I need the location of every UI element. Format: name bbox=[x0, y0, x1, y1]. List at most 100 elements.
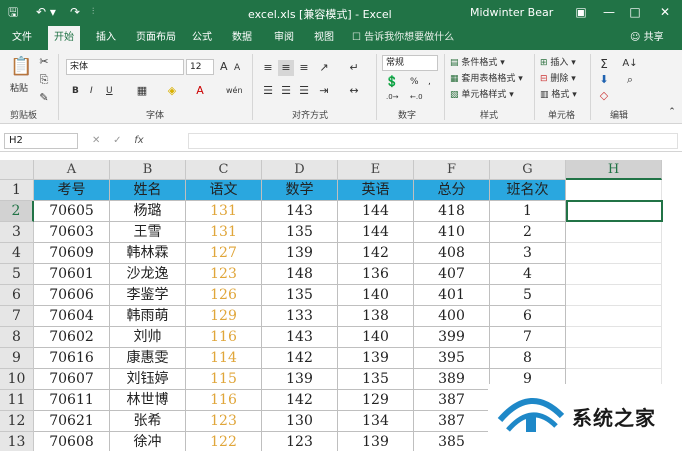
column-header-h[interactable]: H bbox=[566, 160, 662, 180]
cell-h3[interactable] bbox=[566, 222, 662, 243]
cell-g2[interactable]: 1 bbox=[490, 201, 566, 222]
select-all-corner[interactable] bbox=[0, 160, 34, 180]
fill-color-icon[interactable]: ◈ bbox=[164, 83, 180, 99]
minimize-button[interactable]: — bbox=[596, 3, 622, 21]
cell-f12[interactable]: 387 bbox=[414, 411, 490, 432]
borders-icon[interactable]: ▦ bbox=[134, 83, 150, 99]
merge-center-icon[interactable]: ↔ bbox=[346, 83, 362, 99]
wrap-text-icon[interactable]: ↵ bbox=[346, 60, 362, 76]
align-center-icon[interactable]: ☰ bbox=[278, 83, 294, 99]
cell-c4[interactable]: 127 bbox=[186, 243, 262, 264]
italic-button[interactable]: I bbox=[90, 84, 93, 98]
cell-b7[interactable]: 韩雨萌 bbox=[110, 306, 186, 327]
cell-e5[interactable]: 136 bbox=[338, 264, 414, 285]
cell-a5[interactable]: 70601 bbox=[34, 264, 110, 285]
fill-icon[interactable]: ⬇ bbox=[596, 72, 612, 88]
format-cells-button[interactable]: ▥ 格式 ▾ bbox=[540, 88, 577, 102]
cell-b8[interactable]: 刘帅 bbox=[110, 327, 186, 348]
cell-e2[interactable]: 144 bbox=[338, 201, 414, 222]
align-bottom-icon[interactable]: ≡ bbox=[296, 60, 312, 76]
cell-b4[interactable]: 韩林霖 bbox=[110, 243, 186, 264]
cell-b9[interactable]: 康惠雯 bbox=[110, 348, 186, 369]
cell-a7[interactable]: 70604 bbox=[34, 306, 110, 327]
cell-e6[interactable]: 140 bbox=[338, 285, 414, 306]
cell-d2[interactable]: 143 bbox=[262, 201, 338, 222]
cell-g7[interactable]: 6 bbox=[490, 306, 566, 327]
cell-h4[interactable] bbox=[566, 243, 662, 264]
cell-f8[interactable]: 399 bbox=[414, 327, 490, 348]
cell-e4[interactable]: 142 bbox=[338, 243, 414, 264]
cell-c6[interactable]: 126 bbox=[186, 285, 262, 306]
name-box[interactable]: H2 bbox=[4, 133, 78, 149]
cell-c10[interactable]: 115 bbox=[186, 369, 262, 390]
cell-d4[interactable]: 139 bbox=[262, 243, 338, 264]
conditional-formatting-button[interactable]: ▤ 条件格式 ▾ bbox=[450, 56, 505, 70]
align-top-icon[interactable]: ≡ bbox=[260, 60, 276, 76]
cell-f4[interactable]: 408 bbox=[414, 243, 490, 264]
cell-d13[interactable]: 123 bbox=[262, 432, 338, 451]
row-header-10[interactable]: 10 bbox=[0, 369, 34, 390]
column-header-b[interactable]: B bbox=[110, 160, 186, 180]
insert-function-icon[interactable]: fx bbox=[134, 135, 143, 146]
tab-file[interactable]: 文件 bbox=[6, 26, 38, 50]
cell-g8[interactable]: 7 bbox=[490, 327, 566, 348]
cell-b11[interactable]: 林世博 bbox=[110, 390, 186, 411]
row-header-2[interactable]: 2 bbox=[0, 201, 34, 222]
cell-a2[interactable]: 70605 bbox=[34, 201, 110, 222]
row-header-4[interactable]: 4 bbox=[0, 243, 34, 264]
cell-e8[interactable]: 140 bbox=[338, 327, 414, 348]
find-select-icon[interactable]: ⌕ bbox=[622, 72, 638, 88]
cell-b2[interactable]: 杨璐 bbox=[110, 201, 186, 222]
tab-formulas[interactable]: 公式 bbox=[186, 26, 218, 50]
cell-a11[interactable]: 70611 bbox=[34, 390, 110, 411]
row-header-1[interactable]: 1 bbox=[0, 180, 34, 201]
cancel-icon[interactable]: ✕ bbox=[92, 135, 100, 146]
cell-a4[interactable]: 70609 bbox=[34, 243, 110, 264]
tell-me-search[interactable]: ☐ 告诉我你想要做什么 bbox=[352, 26, 454, 50]
cell-g1[interactable]: 班名次 bbox=[490, 180, 566, 201]
cell-b6[interactable]: 李鉴学 bbox=[110, 285, 186, 306]
maximize-button[interactable]: □ bbox=[622, 3, 648, 21]
paste-label[interactable]: 粘贴 bbox=[10, 82, 28, 96]
cell-b3[interactable]: 王雪 bbox=[110, 222, 186, 243]
cell-h1[interactable] bbox=[566, 180, 662, 201]
tab-insert[interactable]: 插入 bbox=[90, 26, 122, 50]
column-header-a[interactable]: A bbox=[34, 160, 110, 180]
cell-styles-button[interactable]: ▧ 单元格样式 ▾ bbox=[450, 88, 514, 102]
clear-icon[interactable]: ◇ bbox=[596, 88, 612, 104]
number-format-select[interactable]: 常规 bbox=[382, 55, 438, 71]
orientation-icon[interactable]: ↗ bbox=[316, 60, 332, 76]
cell-a6[interactable]: 70606 bbox=[34, 285, 110, 306]
cell-h5[interactable] bbox=[566, 264, 662, 285]
row-header-6[interactable]: 6 bbox=[0, 285, 34, 306]
cell-a9[interactable]: 70616 bbox=[34, 348, 110, 369]
column-header-g[interactable]: G bbox=[490, 160, 566, 180]
cell-a10[interactable]: 70607 bbox=[34, 369, 110, 390]
accounting-format-icon[interactable]: 💲 bbox=[384, 74, 400, 90]
save-icon[interactable]: 🖫 bbox=[8, 4, 18, 20]
collapse-ribbon-icon[interactable]: ⌃ bbox=[664, 104, 680, 120]
cell-a3[interactable]: 70603 bbox=[34, 222, 110, 243]
cell-d1[interactable]: 数学 bbox=[262, 180, 338, 201]
cell-h7[interactable] bbox=[566, 306, 662, 327]
enter-icon[interactable]: ✓ bbox=[113, 135, 121, 146]
cell-f10[interactable]: 389 bbox=[414, 369, 490, 390]
sort-filter-icon[interactable]: A↓ bbox=[622, 56, 638, 72]
cell-c5[interactable]: 123 bbox=[186, 264, 262, 285]
increase-decimal-button[interactable]: .0→ bbox=[386, 90, 399, 104]
cell-b13[interactable]: 徐冲 bbox=[110, 432, 186, 451]
cell-c12[interactable]: 123 bbox=[186, 411, 262, 432]
cell-g3[interactable]: 2 bbox=[490, 222, 566, 243]
cell-f3[interactable]: 410 bbox=[414, 222, 490, 243]
cell-e11[interactable]: 129 bbox=[338, 390, 414, 411]
cell-f6[interactable]: 401 bbox=[414, 285, 490, 306]
grow-font-button[interactable]: A bbox=[220, 60, 228, 74]
cell-g9[interactable]: 8 bbox=[490, 348, 566, 369]
row-header-7[interactable]: 7 bbox=[0, 306, 34, 327]
decrease-decimal-button[interactable]: ←.0 bbox=[410, 90, 423, 104]
cell-f5[interactable]: 407 bbox=[414, 264, 490, 285]
redo-icon[interactable]: ↷ bbox=[70, 4, 80, 20]
cell-f9[interactable]: 395 bbox=[414, 348, 490, 369]
cell-f11[interactable]: 387 bbox=[414, 390, 490, 411]
format-as-table-button[interactable]: ▦ 套用表格格式 ▾ bbox=[450, 72, 523, 86]
